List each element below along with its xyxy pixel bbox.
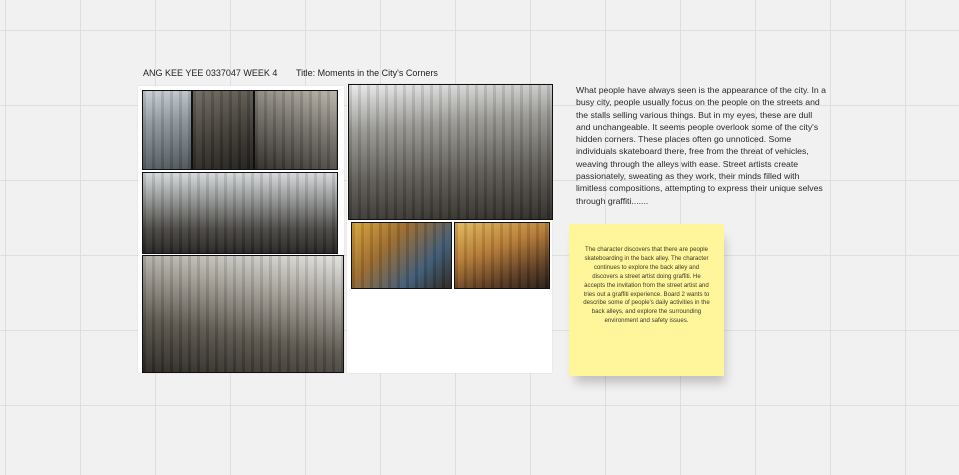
panel-graffiti-street: [454, 222, 550, 289]
panel-city-skyline: [142, 90, 192, 170]
description-text[interactable]: What people have always seen is the appe…: [576, 84, 828, 207]
storyboard-page-2[interactable]: [347, 84, 553, 373]
whiteboard-canvas[interactable]: { "board": { "author_label": "ANG KEE YE…: [0, 0, 959, 475]
panel-city-alley-wide: [348, 84, 553, 220]
panel-alley-skaters: [142, 255, 344, 373]
author-label: ANG KEE YEE 0337047 WEEK 4: [143, 68, 278, 78]
panel-roadside-stall: [254, 90, 338, 170]
board-heading: ANG KEE YEE 0337047 WEEK 4 Title: Moment…: [143, 68, 438, 78]
panel-graffiti-wall: [351, 222, 452, 289]
sticky-note[interactable]: The character discovers that there are p…: [569, 224, 724, 376]
panel-skateboarder-jump: [142, 172, 338, 254]
board-title: Title: Moments in the City's Corners: [295, 68, 438, 78]
storyboard-page-1[interactable]: [138, 86, 344, 373]
panel-street-market: [192, 90, 254, 170]
sticky-note-text: The character discovers that there are p…: [583, 246, 710, 325]
